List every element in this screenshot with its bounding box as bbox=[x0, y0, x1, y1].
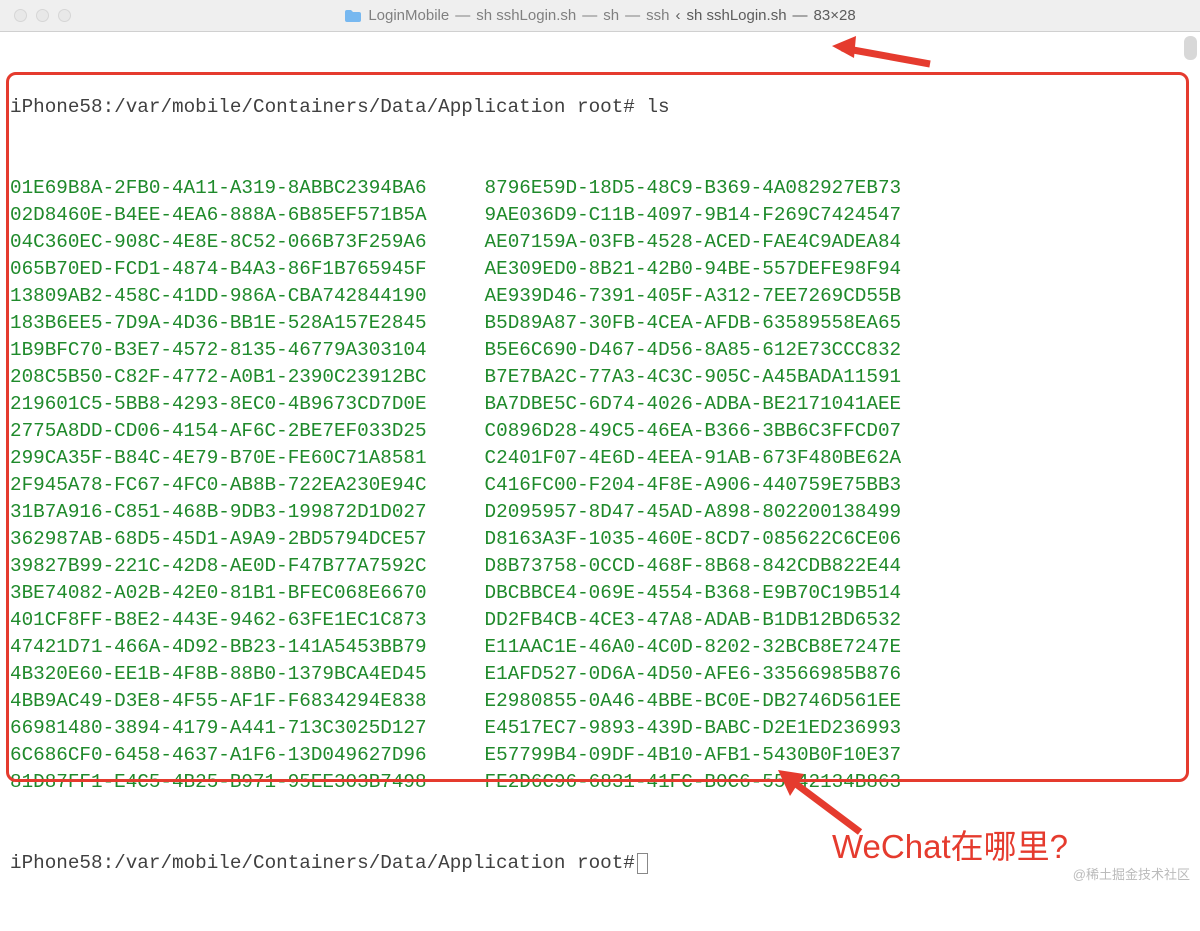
directory-entry: 8796E59D-18D5-48C9-B369-4A082927EB73 bbox=[485, 175, 902, 202]
directory-entry: 362987AB-68D5-45D1-A9A9-2BD5794DCE57 bbox=[10, 526, 427, 553]
prompt-path: /var/mobile/Containers/Data/Application bbox=[114, 852, 565, 874]
directory-entry: 401CF8FF-B8E2-443E-9462-63FE1EC1C873 bbox=[10, 607, 427, 634]
directory-entry: B7E7BA2C-77A3-4C3C-905C-A45BADA11591 bbox=[485, 364, 902, 391]
terminal-area[interactable]: iPhone58:/var/mobile/Containers/Data/App… bbox=[0, 32, 1200, 931]
folder-icon bbox=[344, 9, 362, 23]
title-sep: — bbox=[582, 7, 597, 24]
directory-entry: 065B70ED-FCD1-4874-B4A3-86F1B765945F bbox=[10, 256, 427, 283]
directory-entry: D8163A3F-1035-460E-8CD7-085622C6CE06 bbox=[485, 526, 902, 553]
ls-output: 01E69B8A-2FB0-4A11-A319-8ABBC2394BA602D8… bbox=[10, 175, 901, 796]
directory-entry: 208C5B50-C82F-4772-A0B1-2390C23912BC bbox=[10, 364, 427, 391]
directory-entry: 4BB9AC49-D3E8-4F55-AF1F-F6834294E838 bbox=[10, 688, 427, 715]
directory-entry: 66981480-3894-4179-A441-713C3025D127 bbox=[10, 715, 427, 742]
prompt-path: /var/mobile/Containers/Data/Application bbox=[114, 96, 565, 118]
directory-entry: 04C360EC-908C-4E8E-8C52-066B73F259A6 bbox=[10, 229, 427, 256]
directory-entry: 13809AB2-458C-41DD-986A-CBA742844190 bbox=[10, 283, 427, 310]
titlebar[interactable]: LoginMobile — sh sshLogin.sh — sh — ssh … bbox=[0, 0, 1200, 32]
directory-entry: 81D87FF1-E4C5-4B25-B971-95EE303B7498 bbox=[10, 769, 427, 796]
directory-entry: 3BE74082-A02B-42E0-81B1-BFEC068E6670 bbox=[10, 580, 427, 607]
directory-entry: D8B73758-0CCD-468F-8B68-842CDB822E44 bbox=[485, 553, 902, 580]
title-folder: LoginMobile bbox=[368, 7, 449, 24]
directory-entry: AE309ED0-8B21-42B0-94BE-557DEFE98F94 bbox=[485, 256, 902, 283]
directory-entry: DD2FB4CB-4CE3-47A8-ADAB-B1DB12BD6532 bbox=[485, 607, 902, 634]
directory-entry: C2401F07-4E6D-4EEA-91AB-673F480BE62A bbox=[485, 445, 902, 472]
directory-entry: AE939D46-7391-405F-A312-7EE7269CD55B bbox=[485, 283, 902, 310]
directory-entry: 1B9BFC70-B3E7-4572-8135-46779A303104 bbox=[10, 337, 427, 364]
scrollbar[interactable] bbox=[1184, 36, 1197, 60]
directory-entry: 6C686CF0-6458-4637-A1F6-13D049627D96 bbox=[10, 742, 427, 769]
title-seg-0: sh sshLogin.sh bbox=[476, 7, 576, 24]
minimize-button[interactable] bbox=[36, 9, 49, 22]
window-title: LoginMobile — sh sshLogin.sh — sh — ssh … bbox=[0, 7, 1200, 24]
title-dims: 83×28 bbox=[814, 7, 856, 24]
directory-entry: E11AAC1E-46A0-4C0D-8202-32BCB8E7247E bbox=[485, 634, 902, 661]
command-text: ls bbox=[646, 96, 669, 118]
annotation-text: WeChat在哪里? bbox=[832, 820, 1068, 868]
title-sep: — bbox=[455, 7, 470, 24]
prompt-user: root# bbox=[577, 96, 635, 118]
tab-indicator-icon: ‹ bbox=[675, 7, 680, 24]
directory-entry: 01E69B8A-2FB0-4A11-A319-8ABBC2394BA6 bbox=[10, 175, 427, 202]
directory-entry: AE07159A-03FB-4528-ACED-FAE4C9ADEA84 bbox=[485, 229, 902, 256]
watermark: @稀土掘金技术社区 bbox=[1073, 864, 1190, 883]
prompt-line-1: iPhone58:/var/mobile/Containers/Data/App… bbox=[10, 94, 1190, 121]
directory-entry: E57799B4-09DF-4B10-AFB1-5430B0F10E37 bbox=[485, 742, 902, 769]
title-active-seg: sh sshLogin.sh bbox=[686, 7, 786, 24]
directory-entry: 219601C5-5BB8-4293-8EC0-4B9673CD7D0E bbox=[10, 391, 427, 418]
directory-entry: 4B320E60-EE1B-4F8B-88B0-1379BCA4ED45 bbox=[10, 661, 427, 688]
traffic-lights bbox=[14, 9, 71, 22]
directory-entry: 299CA35F-B84C-4E79-B70E-FE60C71A8581 bbox=[10, 445, 427, 472]
title-sep: — bbox=[793, 7, 808, 24]
prompt-host: iPhone58 bbox=[10, 852, 103, 874]
directory-entry: B5D89A87-30FB-4CEA-AFDB-63589558EA65 bbox=[485, 310, 902, 337]
directory-entry: FE2D6C96-6831-41FC-B0C6-55942134B863 bbox=[485, 769, 902, 796]
directory-entry: 9AE036D9-C11B-4097-9B14-F269C7424547 bbox=[485, 202, 902, 229]
terminal-window: LoginMobile — sh sshLogin.sh — sh — ssh … bbox=[0, 0, 1200, 889]
ls-column-left: 01E69B8A-2FB0-4A11-A319-8ABBC2394BA602D8… bbox=[10, 175, 427, 796]
directory-entry: BA7DBE5C-6D74-4026-ADBA-BE2171041AEE bbox=[485, 391, 902, 418]
directory-entry: 39827B99-221C-42D8-AE0D-F47B77A7592C bbox=[10, 553, 427, 580]
directory-entry: D2095957-8D47-45AD-A898-802200138499 bbox=[485, 499, 902, 526]
directory-entry: DBCBBCE4-069E-4554-B368-E9B70C19B514 bbox=[485, 580, 902, 607]
directory-entry: C416FC00-F204-4F8E-A906-440759E75BB3 bbox=[485, 472, 902, 499]
prompt-user: root# bbox=[577, 852, 635, 874]
directory-entry: B5E6C690-D467-4D56-8A85-612E73CCC832 bbox=[485, 337, 902, 364]
title-seg-1: sh bbox=[603, 7, 619, 24]
cursor bbox=[637, 853, 648, 874]
directory-entry: C0896D28-49C5-46EA-B366-3BB6C3FFCD07 bbox=[485, 418, 902, 445]
directory-entry: 31B7A916-C851-468B-9DB3-199872D1D027 bbox=[10, 499, 427, 526]
directory-entry: 183B6EE5-7D9A-4D36-BB1E-528A157E2845 bbox=[10, 310, 427, 337]
ls-column-right: 8796E59D-18D5-48C9-B369-4A082927EB739AE0… bbox=[485, 175, 902, 796]
directory-entry: 02D8460E-B4EE-4EA6-888A-6B85EF571B5A bbox=[10, 202, 427, 229]
directory-entry: 47421D71-466A-4D92-BB23-141A5453BB79 bbox=[10, 634, 427, 661]
directory-entry: E4517EC7-9893-439D-BABC-D2E1ED236993 bbox=[485, 715, 902, 742]
title-seg-2: ssh bbox=[646, 7, 669, 24]
prompt-host: iPhone58 bbox=[10, 96, 103, 118]
directory-entry: 2775A8DD-CD06-4154-AF6C-2BE7EF033D25 bbox=[10, 418, 427, 445]
directory-entry: E2980855-0A46-4BBE-BC0E-DB2746D561EE bbox=[485, 688, 902, 715]
maximize-button[interactable] bbox=[58, 9, 71, 22]
title-sep: — bbox=[625, 7, 640, 24]
directory-entry: 2F945A78-FC67-4FC0-AB8B-722EA230E94C bbox=[10, 472, 427, 499]
close-button[interactable] bbox=[14, 9, 27, 22]
directory-entry: E1AFD527-0D6A-4D50-AFE6-33566985B876 bbox=[485, 661, 902, 688]
